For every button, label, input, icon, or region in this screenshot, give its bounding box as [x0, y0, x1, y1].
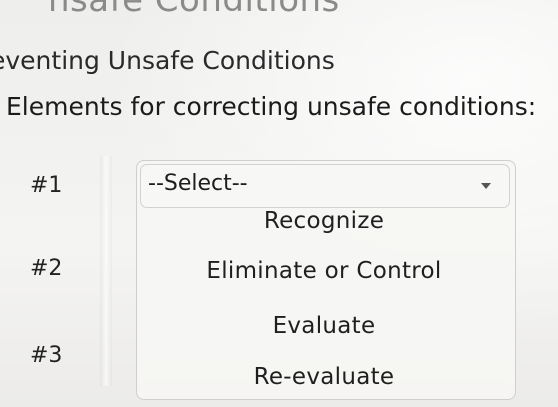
select-value: --Select-- — [148, 171, 248, 196]
page-title: nsafe Conditions — [48, 0, 340, 20]
row-label-2: #2 — [30, 256, 63, 281]
question-text: Elements for correcting unsafe condition… — [6, 92, 537, 121]
section-heading: eventing Unsafe Conditions — [0, 46, 335, 75]
column-divider — [100, 156, 112, 386]
option-re-evaluate[interactable]: Re-evaluate — [140, 357, 508, 397]
option-eliminate-or-control[interactable]: Eliminate or Control — [140, 251, 508, 291]
option-recognize[interactable]: Recognize — [140, 201, 508, 241]
row-label-1: #1 — [30, 173, 63, 198]
row-label-3: #3 — [30, 343, 63, 368]
option-evaluate[interactable]: Evaluate — [140, 306, 508, 346]
